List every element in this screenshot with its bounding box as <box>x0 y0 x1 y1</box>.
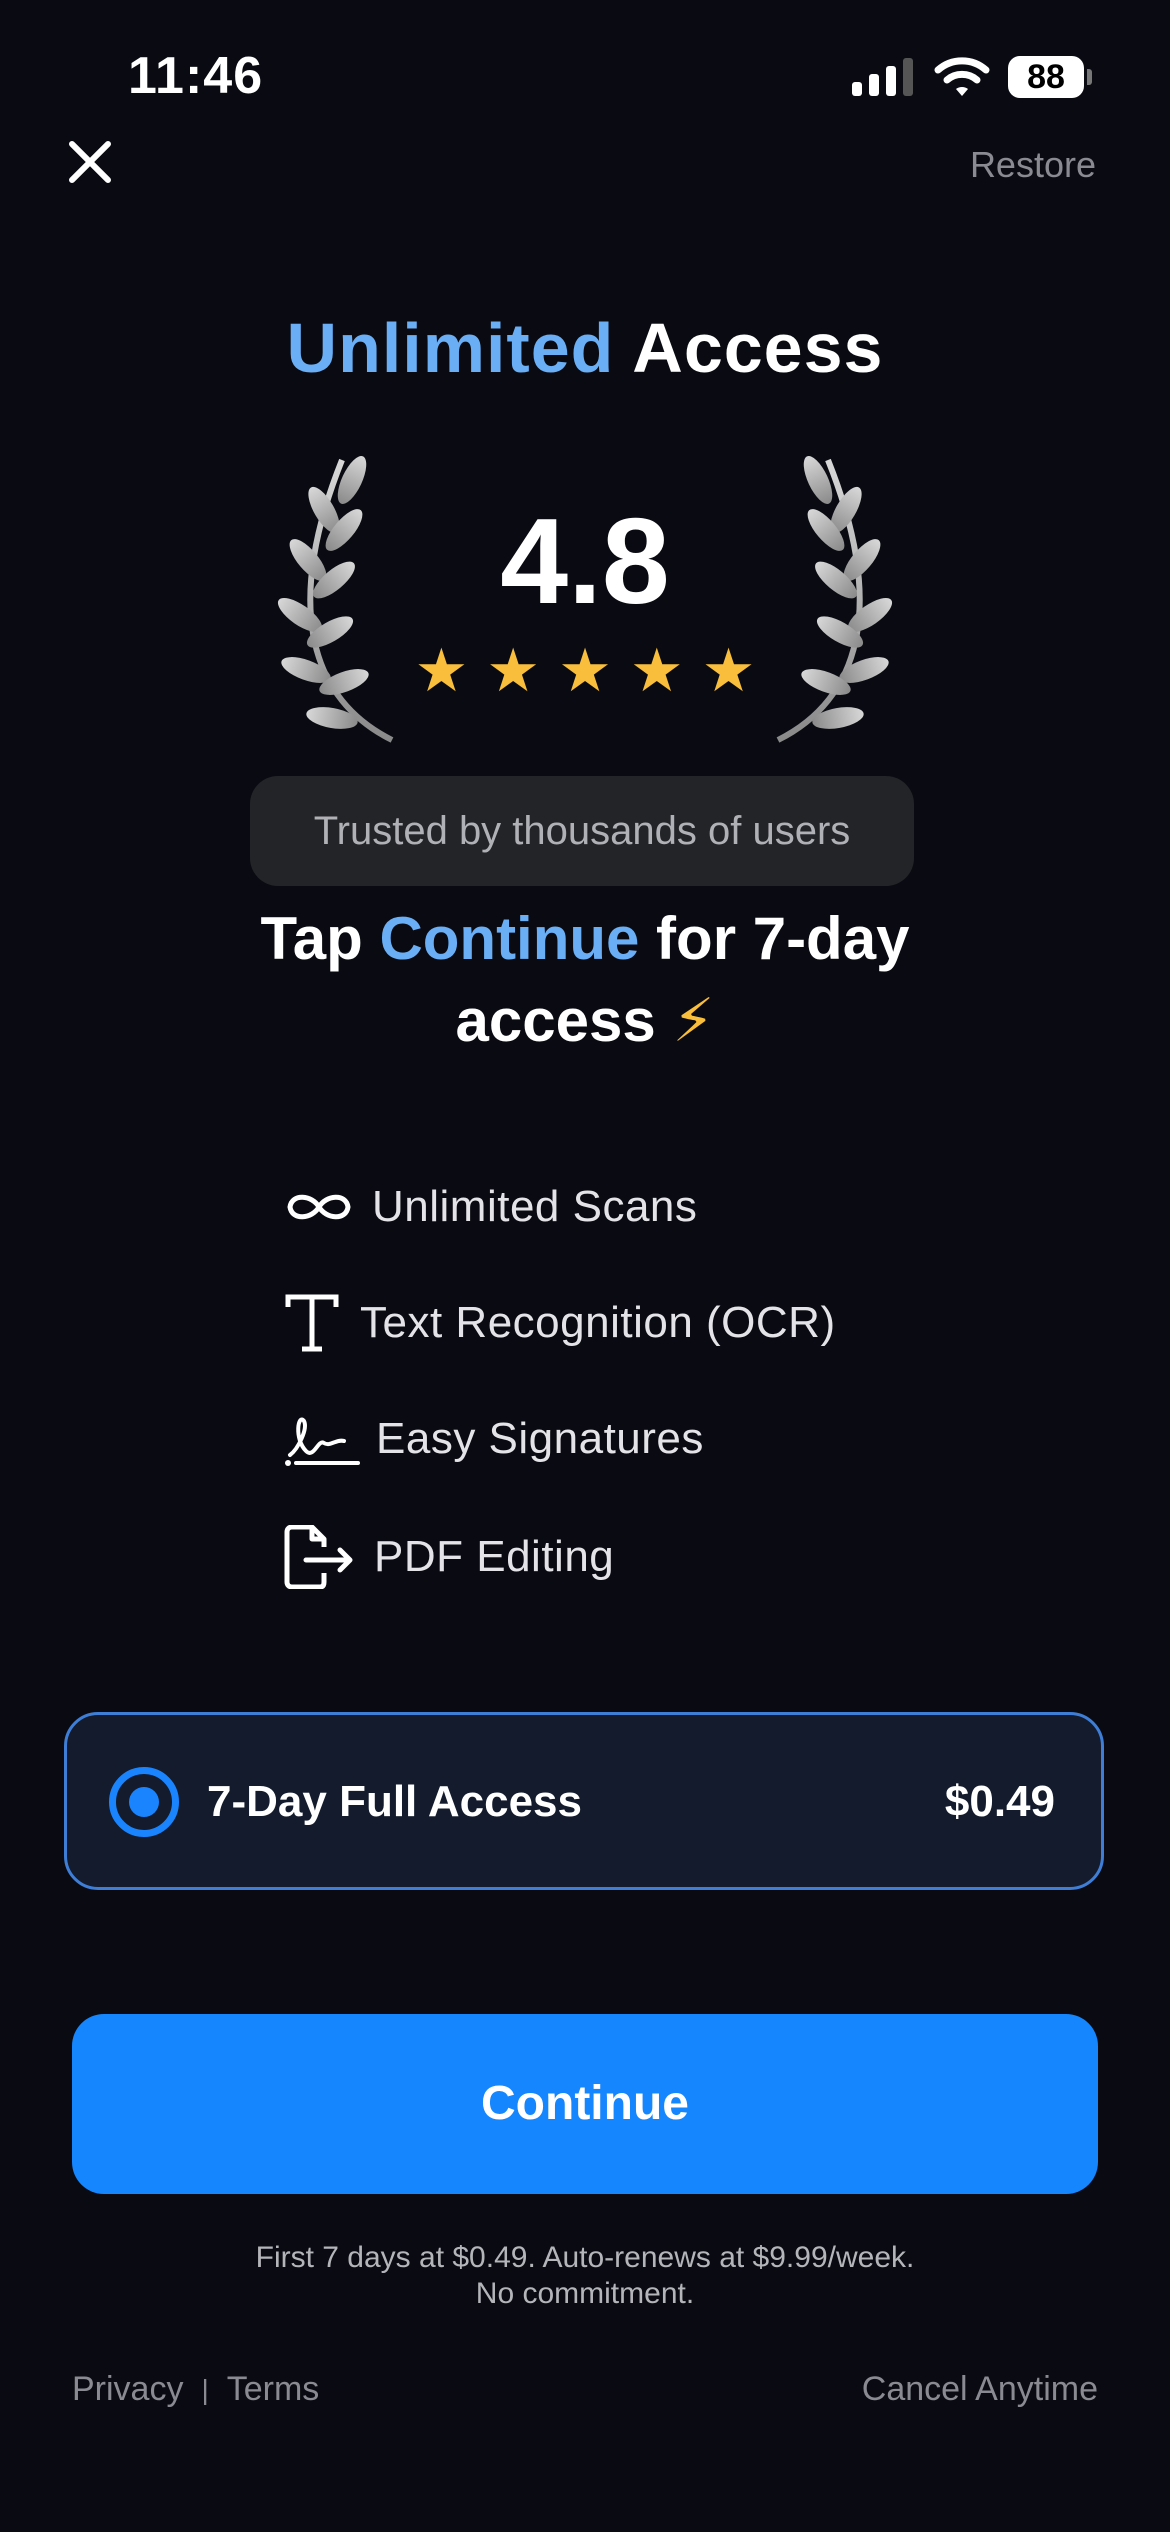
paywall-screen: 11:46 88 Restore Unlimited Access 4.8 ★★… <box>0 0 1170 2532</box>
plan-price: $0.49 <box>944 1777 1055 1826</box>
status-time: 11:46 <box>128 47 264 105</box>
battery-icon: 88 <box>1008 56 1092 98</box>
plan-radio-button[interactable] <box>109 1767 179 1837</box>
feature-easy-signatures: Easy Signatures <box>284 1404 704 1474</box>
close-icon[interactable] <box>64 136 116 188</box>
tap-accent: Continue <box>379 905 640 972</box>
title-accent: Unlimited <box>286 309 615 387</box>
footer-separator: | <box>201 2373 209 2405</box>
status-bar: 11:46 88 <box>0 0 1170 150</box>
tap-prefix: Tap <box>260 905 380 972</box>
page-title: Unlimited Access <box>0 308 1170 388</box>
plan-name: 7-Day Full Access <box>207 1777 582 1826</box>
tap-suffix: for 7-day <box>639 905 910 972</box>
battery-tip <box>1087 69 1092 85</box>
disclaimer-line-1: First 7 days at $0.49. Auto-renews at $9… <box>255 2241 915 2274</box>
privacy-link[interactable]: Privacy <box>72 2370 183 2409</box>
feature-pdf-editing: PDF Editing <box>284 1522 614 1592</box>
pdf-export-icon <box>284 1522 374 1592</box>
feature-label: Unlimited Scans <box>372 1182 698 1231</box>
lightning-icon: ⚡ <box>672 987 715 1054</box>
infinity-icon <box>284 1172 358 1242</box>
disclaimer-line-2: No commitment. <box>475 2277 695 2310</box>
continue-button[interactable]: Continue <box>72 2014 1098 2194</box>
trusted-badge: Trusted by thousands of users <box>250 776 914 886</box>
legal-links: Privacy | Terms <box>72 2370 319 2409</box>
tap-line2-text: access <box>455 987 673 1054</box>
pricing-disclaimer: First 7 days at $0.49. Auto-renews at $9… <box>0 2240 1170 2312</box>
cancel-anytime-link[interactable]: Cancel Anytime <box>862 2370 1098 2409</box>
restore-button[interactable]: Restore <box>970 144 1096 186</box>
plan-option-7-day[interactable]: 7-Day Full Access $0.49 <box>64 1712 1104 1890</box>
tap-line-1: Tap Continue for 7-day <box>0 898 1170 980</box>
rating-value: 4.8 <box>500 493 670 629</box>
terms-link[interactable]: Terms <box>227 2370 320 2409</box>
feature-label: PDF Editing <box>374 1532 615 1581</box>
feature-label: Text Recognition (OCR) <box>360 1298 836 1347</box>
cellular-signal-icon <box>852 58 913 96</box>
battery-level: 88 <box>1008 56 1084 98</box>
wifi-icon <box>934 57 990 96</box>
feature-label: Easy Signatures <box>376 1414 704 1463</box>
tap-continue-headline: Tap Continue for 7-day access ⚡ <box>0 898 1170 1062</box>
signature-icon <box>284 1404 374 1474</box>
rating-stars: ★★★★★ <box>414 637 774 704</box>
radio-selected-dot <box>129 1787 159 1817</box>
tap-line-2: access ⚡ <box>0 980 1170 1062</box>
title-rest: Access <box>614 309 884 387</box>
feature-text-recognition: Text Recognition (OCR) <box>284 1288 836 1358</box>
feature-unlimited-scans: Unlimited Scans <box>284 1172 697 1242</box>
